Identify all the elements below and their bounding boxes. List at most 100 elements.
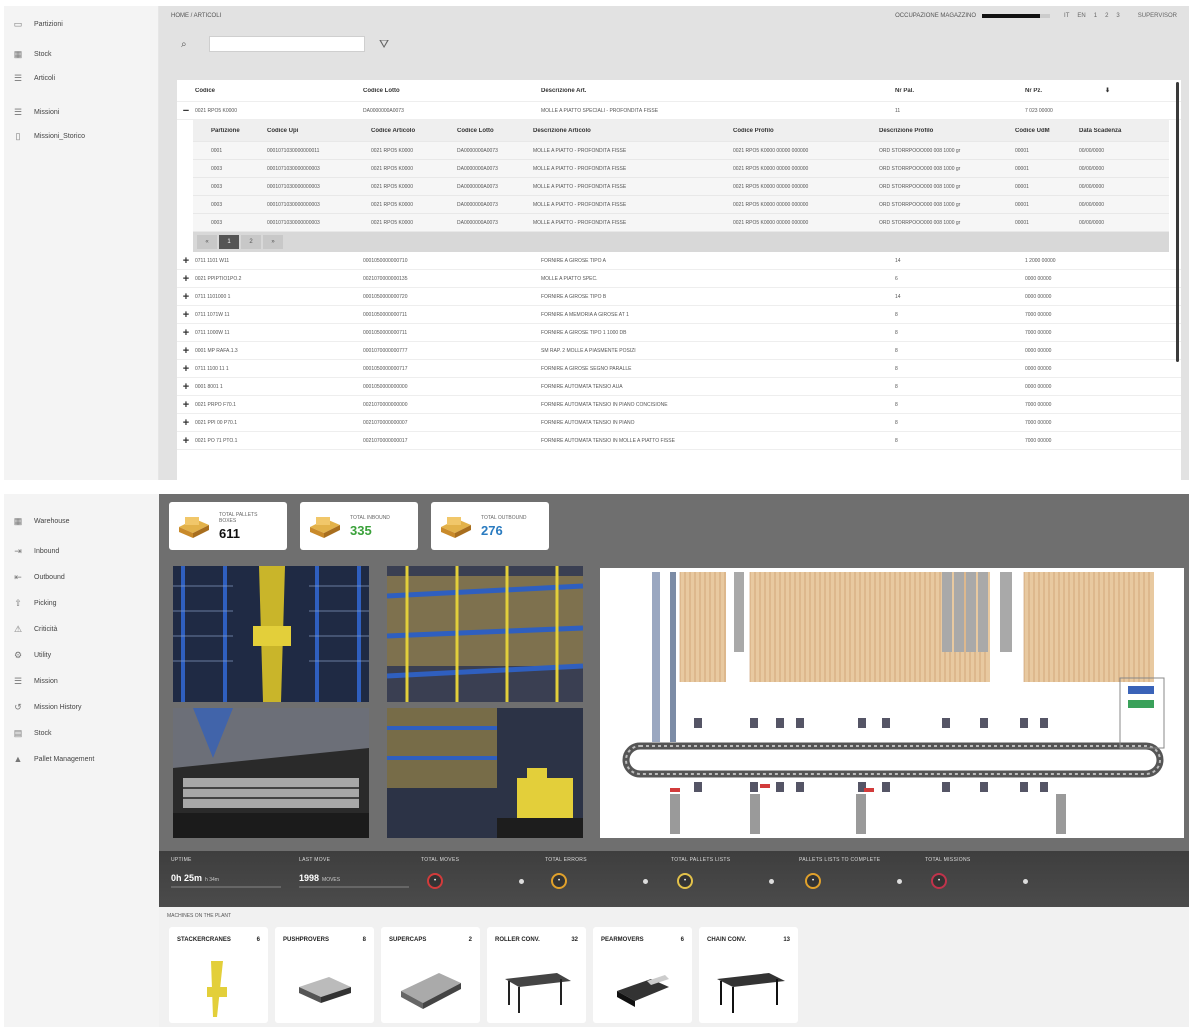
subtable-row[interactable]: 0003 0001071030000000003 0021 RPO5 K0000 DA… xyxy=(193,160,1169,178)
table-row[interactable]: +0001 8001 1 0001050000000000 FORNIRE AUTO… xyxy=(177,378,1181,396)
subtable-column-header[interactable]: Descrizione Profilo xyxy=(879,128,1015,134)
sidebar-item-outbound[interactable]: ⇤ Outbound xyxy=(4,564,159,590)
sidebar-item-picking[interactable]: ⇧ Picking xyxy=(4,590,159,616)
table-row[interactable]: +0711 1100 11 1 0001050000000717 FORNIRE A… xyxy=(177,360,1181,378)
table-row[interactable]: +0711 1101000 1 0001050000000720 FORNIRE A… xyxy=(177,288,1181,306)
expand-icon[interactable]: + xyxy=(177,291,195,303)
kpi-card: TOTAL PALLETS BOXES 611 xyxy=(169,502,287,550)
subtable-row[interactable]: 0003 0001071030000000003 0021 RPO5 K0000 DA… xyxy=(193,214,1169,232)
status-dot xyxy=(643,879,648,884)
sidebar-item-warehouse[interactable]: ▦ Warehouse xyxy=(4,508,159,534)
sidebar-item-mission[interactable]: ☰ Mission xyxy=(4,668,159,694)
subtable-column-header[interactable]: Codice UdM xyxy=(1015,128,1079,134)
subtable-column-header[interactable]: Codice Lotto xyxy=(457,128,533,134)
aisle xyxy=(954,572,964,652)
table-cell: ORD STORRPOOO000 008 1000 gr xyxy=(879,201,961,208)
grid-icon: ▦ xyxy=(13,48,23,59)
collapse-icon[interactable]: − xyxy=(177,105,195,117)
table-row[interactable]: +0711 1101 W11 0001050000000710 FORNIRE A … xyxy=(177,252,1181,270)
grid-scrollbar[interactable] xyxy=(1176,82,1179,362)
expand-icon[interactable]: + xyxy=(177,381,195,393)
table-row[interactable]: +0711 1000W 11 0001050000000711 FORNIRE A … xyxy=(177,324,1181,342)
expand-icon[interactable]: + xyxy=(177,327,195,339)
column-header[interactable]: Nr Pz. xyxy=(1025,88,1105,94)
table-cell: 0001050000000711 xyxy=(363,311,408,318)
machine-card[interactable]: PUSHPROVERS 8 xyxy=(275,927,374,1023)
column-header[interactable]: Codice xyxy=(195,88,363,94)
page-button[interactable]: » xyxy=(263,235,283,249)
stat-label: TOTAL MISSIONS xyxy=(925,857,971,863)
machine-card[interactable]: SUPERCAPS 2 xyxy=(381,927,480,1023)
sidebar-item-stock[interactable]: ▤ Stock xyxy=(4,720,159,746)
table-row[interactable]: +0711 1071W 11 0001050000000711 FORNIRE A … xyxy=(177,306,1181,324)
expand-icon[interactable]: + xyxy=(177,417,195,429)
column-header[interactable]: Codice Lotto xyxy=(363,88,541,94)
table-row[interactable]: +0021 PPIPTIO1PO.2 0021070000000135 MOLLE … xyxy=(177,270,1181,288)
page-chip[interactable]: 2 xyxy=(1105,13,1108,19)
sidebar-item-label: Utility xyxy=(34,651,52,659)
sidebar-item-label: Picking xyxy=(34,599,57,607)
warehouse-dashboard: ▦ Warehouse ⇥ Inbound ⇤ Outbound ⇧ Picking ⚠ Crit… xyxy=(4,494,1189,1027)
status-ring[interactable]: • xyxy=(805,873,821,889)
subtable-column-header[interactable]: Codice Articolo xyxy=(371,128,457,134)
subtable-row[interactable]: 0003 0001071030000000003 0021 RPO5 K0000 DA… xyxy=(193,196,1169,214)
table-cell: 0021 RPO5 K0000 xyxy=(371,183,413,190)
sidebar-item-partizioni[interactable]: ▭ Partizioni xyxy=(4,12,158,36)
table-row[interactable]: −0021 RPO5 K0000 DA0000000A0073 MOLLE A PI… xyxy=(177,102,1181,120)
status-tag xyxy=(1128,686,1154,694)
subtable-row[interactable]: 0003 0001071030000000003 0021 RPO5 K0000 DA… xyxy=(193,178,1169,196)
sidebar-item-criticit-[interactable]: ⚠ Criticità xyxy=(4,616,159,642)
subtable-column-header[interactable]: Data Scadenza xyxy=(1079,128,1139,134)
sidebar-item-mission-history[interactable]: ↺ Mission History xyxy=(4,694,159,720)
expand-icon[interactable]: + xyxy=(177,273,195,285)
table-row[interactable]: +0021 PPI 00 P70.1 0021070000000007 FORNIR… xyxy=(177,414,1181,432)
status-ring[interactable]: • xyxy=(427,873,443,889)
machine-card[interactable]: STACKERCRANES 6 xyxy=(169,927,268,1023)
table-cell: 1 2000 00000 xyxy=(1025,257,1056,264)
subtable-column-header[interactable]: Codice Profilo xyxy=(733,128,879,134)
page-chip[interactable]: 3 xyxy=(1116,13,1119,19)
filter-icon[interactable]: ⛛ xyxy=(379,37,389,52)
status-ring[interactable]: • xyxy=(551,873,567,889)
sidebar-item-missioni[interactable]: ☰ Missioni xyxy=(4,100,158,124)
machine-count: 2 xyxy=(468,937,472,943)
page-button[interactable]: 2 xyxy=(241,235,261,249)
machine-card[interactable]: ROLLER CONV. 32 xyxy=(487,927,586,1023)
expand-icon[interactable]: + xyxy=(177,399,195,411)
expand-icon[interactable]: + xyxy=(177,309,195,321)
column-header[interactable]: Nr Pal. xyxy=(895,88,1025,94)
sidebar-item-utility[interactable]: ⚙ Utility xyxy=(4,642,159,668)
expand-icon[interactable]: + xyxy=(177,363,195,375)
sidebar-item-articoli[interactable]: ☰ Articoli xyxy=(4,66,158,90)
sidebar-item-stock[interactable]: ▦ Stock xyxy=(4,42,158,66)
sidebar-item-pallet-management[interactable]: ▲ Pallet Management xyxy=(4,746,159,772)
user-name[interactable]: SUPERVISOR xyxy=(1138,13,1177,19)
language-chip[interactable]: IT xyxy=(1064,13,1069,19)
expand-icon[interactable]: + xyxy=(177,345,195,357)
plant-layout-map[interactable] xyxy=(600,568,1184,838)
table-row[interactable]: +0001 MP RAFA.1.3 0001070000000777 SM RAP.… xyxy=(177,342,1181,360)
status-ring[interactable]: • xyxy=(931,873,947,889)
page-chip[interactable]: 1 xyxy=(1094,13,1097,19)
search-input[interactable] xyxy=(209,36,365,52)
subtable-row[interactable]: 0001 0001071030000000011 0021 RPO5 K0000 DA… xyxy=(193,142,1169,160)
sidebar-item-inbound[interactable]: ⇥ Inbound xyxy=(4,538,159,564)
table-row[interactable]: +0021 PO 71 PTO.1 0021070000000017 FORNIRE… xyxy=(177,432,1181,450)
language-chip[interactable]: EN xyxy=(1077,13,1085,19)
subtable-column-header[interactable]: Partizione xyxy=(211,128,267,134)
download-icon[interactable]: ⬇ xyxy=(1105,87,1110,94)
status-ring[interactable]: • xyxy=(677,873,693,889)
page-button[interactable]: 1 xyxy=(219,235,239,249)
list-icon: ☰ xyxy=(13,106,23,117)
subtable-column-header[interactable]: Codice Upi xyxy=(267,128,371,134)
expand-icon[interactable]: + xyxy=(177,435,195,447)
machine-card[interactable]: CHAIN CONV. 13 xyxy=(699,927,798,1023)
chain-conveyor-icon xyxy=(717,973,785,1013)
sidebar-item-missioni-storico[interactable]: ▯ Missioni_Storico xyxy=(4,124,158,148)
subtable-column-header[interactable]: Descrizione Articolo xyxy=(533,128,733,134)
expand-icon[interactable]: + xyxy=(177,255,195,267)
column-header[interactable]: Descrizione Art. xyxy=(541,88,895,94)
machine-card[interactable]: PEARMOVERS 6 xyxy=(593,927,692,1023)
page-button[interactable]: « xyxy=(197,235,217,249)
table-row[interactable]: +0021 PRPO F70.1 0021070000000000 FORNIRE … xyxy=(177,396,1181,414)
